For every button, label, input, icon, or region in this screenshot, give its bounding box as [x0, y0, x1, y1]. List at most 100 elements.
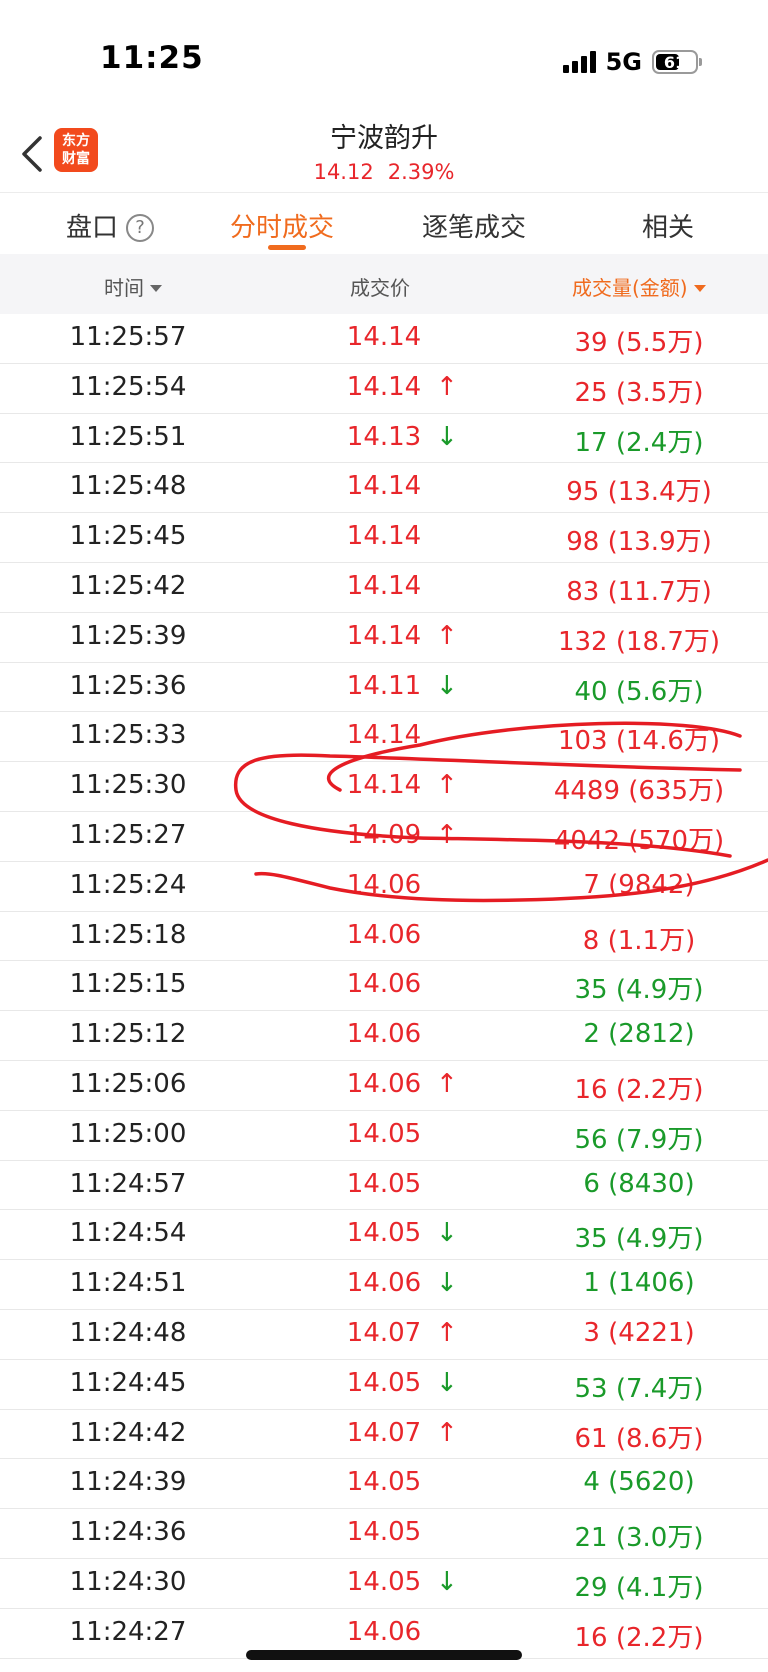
trade-time: 11:24:45	[69, 1367, 187, 1398]
trade-volume: 61 (8.6万)	[574, 1423, 704, 1454]
trade-volume: 29 (4.1万)	[574, 1572, 704, 1603]
trade-time: 11:25:51	[69, 421, 187, 452]
trade-time: 11:25:33	[69, 720, 187, 751]
trade-volume: 98 (13.9万)	[566, 527, 712, 558]
trade-volume: 40 (5.6万)	[574, 676, 704, 707]
tab-order-book-label: 盘口	[66, 213, 119, 243]
arrow-up-icon: ↑	[436, 620, 458, 651]
trade-volume: 16 (2.2万)	[574, 1622, 704, 1653]
trade-volume: 95 (13.4万)	[566, 477, 712, 508]
battery-icon: 61	[652, 50, 702, 74]
trade-volume: 4042 (570万)	[553, 825, 725, 856]
sort-down-icon	[150, 285, 162, 292]
trade-time: 11:24:39	[69, 1467, 187, 1498]
sort-down-icon	[693, 285, 706, 292]
trade-row: 11:25:06 14.06 ↑ 16 (2.2万)	[0, 1061, 768, 1111]
arrow-up-icon: ↑	[436, 1068, 458, 1099]
trade-row: 11:24:30 14.05 ↓ 29 (4.1万)	[0, 1559, 768, 1609]
sort-by-time[interactable]: 时间	[104, 272, 162, 301]
help-icon[interactable]: ?	[126, 213, 155, 242]
network-type: 5G	[605, 48, 642, 76]
trade-volume: 17 (2.4万)	[574, 427, 704, 458]
trade-row: 11:24:57 14.05 6 (8430)	[0, 1161, 768, 1211]
trade-time: 11:25:39	[69, 620, 187, 651]
trade-time: 11:25:15	[69, 969, 187, 1000]
trade-price: 14.14	[346, 570, 422, 601]
trade-price: 14.14	[346, 720, 422, 751]
trade-row: 11:25:45 14.14 98 (13.9万)	[0, 513, 768, 563]
tab-bar: 盘口? 分时成交 逐笔成交 相关	[0, 192, 768, 254]
trade-time: 11:24:42	[69, 1417, 187, 1448]
trade-row: 11:24:48 14.07 ↑ 3 (4221)	[0, 1310, 768, 1360]
trade-volume: 4489 (635万)	[553, 776, 725, 807]
arrow-down-icon: ↓	[436, 1367, 458, 1398]
home-indicator[interactable]	[246, 1650, 522, 1660]
logo-text-line1: 东方	[62, 133, 90, 149]
tab-related-label: 相关	[642, 213, 695, 243]
stock-change-percent: 2.39%	[387, 160, 455, 184]
trade-row: 11:25:57 14.14 39 (5.5万)	[0, 314, 768, 364]
trade-price: 14.05	[346, 1118, 422, 1149]
trade-volume: 8 (1.1万)	[582, 925, 696, 956]
stock-quote: 14.12 2.39%	[0, 160, 768, 184]
column-price-label: 成交价	[350, 276, 410, 300]
status-indicators: 5G 61	[562, 48, 702, 76]
tab-related[interactable]: 相关	[642, 207, 694, 244]
trade-volume: 39 (5.5万)	[574, 328, 704, 358]
trade-price: 14.06	[346, 1019, 422, 1050]
arrow-down-icon: ↓	[436, 421, 458, 452]
trade-volume: 35 (4.9万)	[574, 1224, 704, 1255]
trade-volume: 16 (2.2万)	[574, 1074, 704, 1105]
trade-volume: 56 (7.9万)	[574, 1124, 704, 1155]
app-logo[interactable]: 东方 财富	[54, 128, 98, 172]
trade-row: 11:25:51 14.13 ↓ 17 (2.4万)	[0, 414, 768, 464]
trade-time: 11:24:30	[69, 1566, 187, 1597]
trade-time: 11:24:48	[69, 1317, 187, 1348]
trade-list[interactable]: 11:25:57 14.14 39 (5.5万) 11:25:54 14.14 ↑ 25 (…	[0, 314, 768, 1659]
chevron-left-icon	[22, 136, 42, 172]
trade-price: 14.05	[346, 1517, 422, 1548]
column-time-label: 时间	[104, 276, 144, 300]
trade-volume: 4 (5620)	[583, 1467, 695, 1498]
trade-time: 11:25:36	[69, 670, 187, 701]
trade-volume: 103 (14.6万)	[557, 726, 721, 757]
trade-row: 11:25:33 14.14 103 (14.6万)	[0, 712, 768, 763]
column-volume-label: 成交量(金额)	[572, 276, 688, 300]
trade-row: 11:25:54 14.14 ↑ 25 (3.5万)	[0, 364, 768, 414]
trade-time: 11:25:48	[69, 471, 187, 502]
arrow-up-icon: ↑	[436, 371, 458, 402]
trade-row: 11:24:54 14.05 ↓ 35 (4.9万)	[0, 1210, 768, 1261]
arrow-down-icon: ↓	[436, 1268, 458, 1299]
stock-header: 宁波韵升 14.12 2.39% 东方 财富	[0, 110, 768, 192]
tab-tick-trades-label: 逐笔成交	[422, 213, 527, 243]
back-button[interactable]	[12, 132, 52, 176]
trade-row: 11:25:27 14.09 ↑ 4042 (570万)	[0, 812, 768, 862]
trade-row: 11:25:36 14.11 ↓ 40 (5.6万)	[0, 663, 768, 713]
trade-volume: 6 (8430)	[583, 1168, 695, 1199]
trade-volume: 2 (2812)	[583, 1019, 695, 1050]
trade-time: 11:25:42	[69, 570, 187, 601]
trade-row: 11:25:39 14.14 ↑ 132 (18.7万)	[0, 613, 768, 663]
arrow-up-icon: ↑	[436, 1417, 458, 1448]
arrow-down-icon: ↓	[436, 1218, 458, 1249]
sort-by-volume[interactable]: 成交量(金额)	[572, 272, 706, 301]
trade-time: 11:24:27	[69, 1616, 187, 1647]
trade-volume: 25 (3.5万)	[574, 377, 704, 408]
tab-order-book[interactable]: 盘口?	[66, 207, 155, 244]
trade-row: 11:25:30 14.14 ↑ 4489 (635万)	[0, 762, 768, 812]
tab-time-trades[interactable]: 分时成交	[230, 207, 334, 244]
arrow-up-icon: ↑	[436, 770, 458, 801]
tab-time-trades-label: 分时成交	[230, 213, 335, 243]
trade-price: 14.14	[346, 322, 422, 352]
trade-time: 11:25:06	[69, 1068, 187, 1099]
trade-price: 14.05	[346, 1467, 422, 1498]
trade-time: 11:25:00	[69, 1118, 187, 1149]
tab-tick-trades[interactable]: 逐笔成交	[422, 207, 526, 244]
trade-row: 11:24:36 14.05 21 (3.0万)	[0, 1509, 768, 1559]
trade-volume: 7 (9842)	[583, 869, 695, 900]
trade-row: 11:25:18 14.06 8 (1.1万)	[0, 912, 768, 962]
trade-volume: 83 (11.7万)	[566, 576, 712, 607]
table-header: 时间 成交价 成交量(金额)	[0, 254, 768, 314]
trade-row: 11:25:00 14.05 56 (7.9万)	[0, 1111, 768, 1161]
trade-price: 14.14	[346, 521, 422, 552]
